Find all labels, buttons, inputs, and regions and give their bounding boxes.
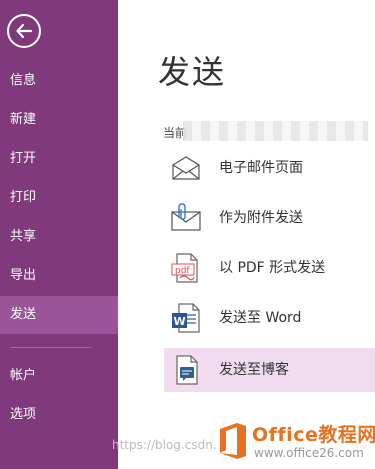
send-to-blog-option[interactable]: 发送至博客: [164, 348, 375, 392]
email-page-label: 电子邮件页面: [219, 160, 303, 176]
sidebar-item-info[interactable]: 信息: [0, 62, 118, 100]
svg-text:pdf: pdf: [175, 266, 190, 276]
send-as-pdf-option[interactable]: pdf 以 PDF 形式发送: [164, 246, 375, 290]
sidebar: 信息 新建 打开 打印 共享 导出 发送 帐户 选项: [0, 0, 118, 469]
arrow-left-icon: [16, 23, 33, 39]
sidebar-item-account[interactable]: 帐户: [0, 357, 118, 395]
sidebar-item-options[interactable]: 选项: [0, 396, 118, 434]
send-as-attachment-label: 作为附件发送: [219, 210, 303, 226]
envelope-icon: [172, 156, 200, 180]
send-to-word-label: 发送至 Word: [219, 310, 302, 326]
sidebar-divider: [10, 347, 92, 348]
attachment-envelope-icon: [171, 203, 201, 231]
back-button[interactable]: [7, 14, 41, 48]
svg-text:W: W: [174, 315, 186, 328]
word-document-icon: W: [172, 303, 200, 333]
sidebar-item-send[interactable]: 发送: [0, 296, 118, 334]
page-title: 发送: [158, 53, 227, 91]
send-to-word-option[interactable]: W 发送至 Word: [164, 296, 375, 340]
sidebar-item-share[interactable]: 共享: [0, 218, 118, 256]
sidebar-item-export[interactable]: 导出: [0, 257, 118, 295]
pdf-document-icon: pdf: [171, 253, 198, 283]
blog-document-icon: [176, 355, 198, 385]
sidebar-item-print[interactable]: 打印: [0, 179, 118, 217]
sidebar-item-open[interactable]: 打开: [0, 140, 118, 178]
office26-watermark: Office教程网 www.office26.com: [218, 420, 375, 464]
brand-url: www.office26.com: [254, 446, 364, 460]
csdn-watermark: https://blog.csdn.: [112, 438, 217, 452]
send-as-pdf-label: 以 PDF 形式发送: [219, 260, 326, 276]
email-page-option[interactable]: 电子邮件页面: [164, 146, 375, 190]
send-to-blog-label: 发送至博客: [219, 362, 289, 378]
redacted-text: [183, 121, 368, 141]
brand-name: Office教程网: [252, 424, 375, 446]
office-logo-icon: [220, 423, 246, 459]
sidebar-item-new[interactable]: 新建: [0, 101, 118, 139]
send-as-attachment-option[interactable]: 作为附件发送: [164, 196, 375, 240]
